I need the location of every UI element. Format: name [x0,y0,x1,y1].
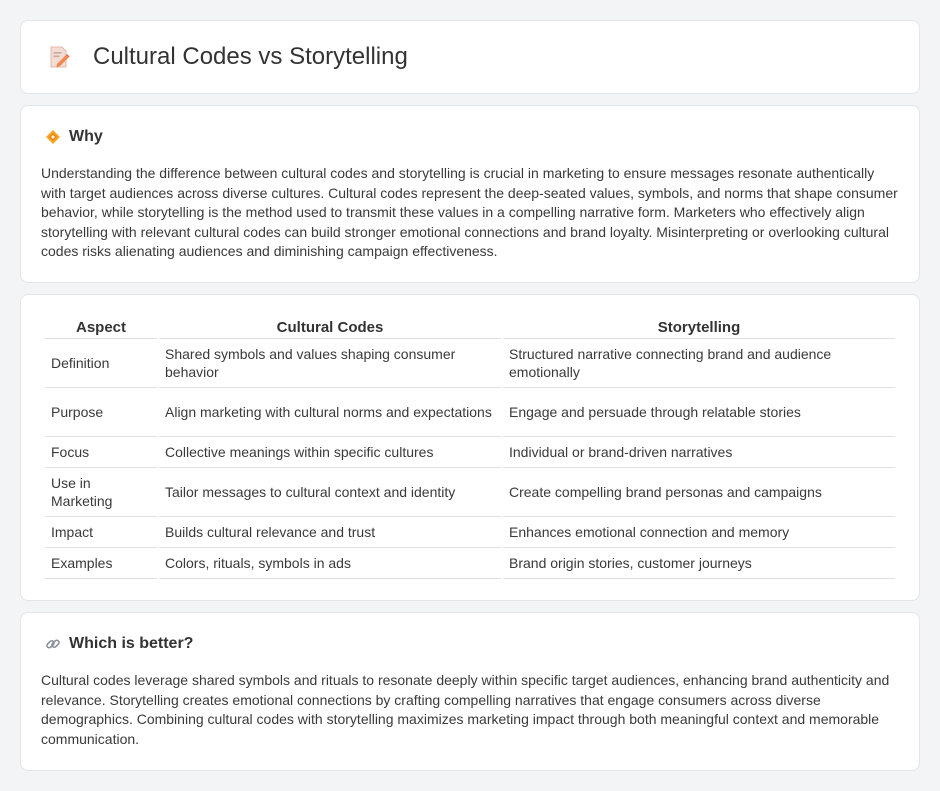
cell-cultural-codes: Shared symbols and values shaping consum… [159,339,501,388]
cell-aspect: Purpose [45,388,157,437]
cell-cultural-codes: Collective meanings within specific cult… [159,437,501,468]
title-card: Cultural Codes vs Storytelling [20,20,920,94]
diamond-icon [45,129,61,145]
page-title: Cultural Codes vs Storytelling [93,43,408,70]
better-title: Which is better? [69,635,194,652]
document-pencil-icon [47,45,71,69]
table-row: Impact Builds cultural relevance and tru… [45,517,895,548]
comparison-table-card: Aspect Cultural Codes Storytelling Defin… [20,294,920,601]
cell-cultural-codes: Builds cultural relevance and trust [159,517,501,548]
link-icon [45,636,61,652]
table-row: Purpose Align marketing with cultural no… [45,388,895,437]
cell-cultural-codes: Tailor messages to cultural context and … [159,468,501,517]
why-header: Why [45,128,899,146]
header-cultural-codes: Cultural Codes [159,317,501,339]
table-row: Examples Colors, rituals, symbols in ads… [45,548,895,579]
table-header-row: Aspect Cultural Codes Storytelling [45,317,895,339]
cell-aspect: Use in Marketing [45,468,157,517]
comparison-table: Aspect Cultural Codes Storytelling Defin… [43,317,897,579]
why-section: Why Understanding the difference between… [20,105,920,283]
cell-aspect: Examples [45,548,157,579]
cell-cultural-codes: Colors, rituals, symbols in ads [159,548,501,579]
table-row: Focus Collective meanings within specifi… [45,437,895,468]
why-body: Understanding the difference between cul… [41,165,898,260]
cell-storytelling: Create compelling brand personas and cam… [503,468,895,517]
which-is-better-section: Which is better? Cultural codes leverage… [20,612,920,771]
cell-cultural-codes: Align marketing with cultural norms and … [159,388,501,437]
better-header: Which is better? [45,635,899,653]
why-title: Why [69,128,103,145]
cell-storytelling: Brand origin stories, customer journeys [503,548,895,579]
cell-aspect: Impact [45,517,157,548]
cell-storytelling: Structured narrative connecting brand an… [503,339,895,388]
cell-aspect: Definition [45,339,157,388]
cell-aspect: Focus [45,437,157,468]
cell-storytelling: Enhances emotional connection and memory [503,517,895,548]
cell-storytelling: Engage and persuade through relatable st… [503,388,895,437]
table-row: Use in Marketing Tailor messages to cult… [45,468,895,517]
header-aspect: Aspect [45,317,157,339]
cell-storytelling: Individual or brand-driven narratives [503,437,895,468]
header-storytelling: Storytelling [503,317,895,339]
table-row: Definition Shared symbols and values sha… [45,339,895,388]
better-body: Cultural codes leverage shared symbols a… [41,672,890,747]
